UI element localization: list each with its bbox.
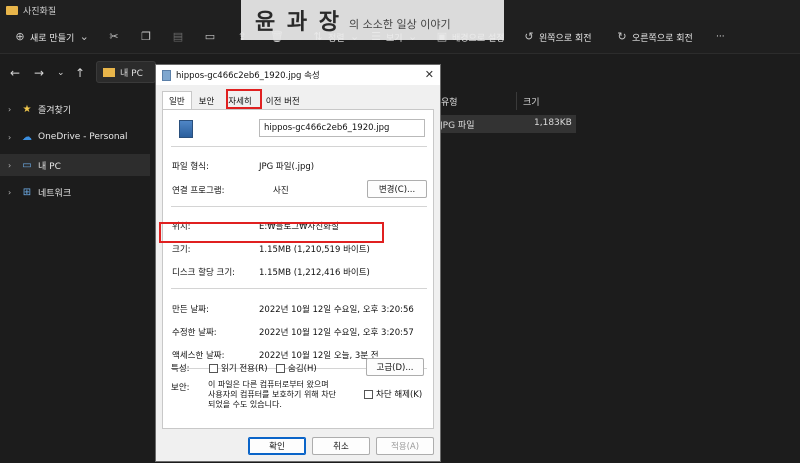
security-note: 이 파일은 다른 컴퓨터로부터 왔으며 사용자의 컴퓨터를 보호하기 위해 차단… [208, 380, 336, 409]
disk-size-label: 디스크 할당 크기: [172, 268, 236, 278]
copy-button[interactable]: ❐ [140, 29, 152, 45]
cancel-button[interactable]: 취소 [312, 437, 370, 455]
more-icon: ··· [716, 32, 725, 42]
chevron-right-icon: › [8, 104, 12, 114]
sidebar-item-label: 네트워크 [38, 188, 72, 199]
divider [171, 206, 427, 207]
rename-button[interactable]: ▭ [204, 29, 216, 45]
advanced-button[interactable]: 고급(D)... [366, 358, 424, 376]
cloud-icon: ☁ [22, 131, 32, 143]
scissors-icon: ✂ [109, 30, 119, 43]
pc-icon: ▭ [22, 159, 32, 171]
unblock-checkbox[interactable]: 차단 해제(K) [364, 388, 422, 400]
blog-watermark: 윤 과 장 의 소소한 일상 이야기 [241, 0, 504, 40]
up-arrow-icon[interactable]: ↑ [75, 66, 85, 80]
sidebar-item-label: 내 PC [38, 161, 61, 172]
folder-icon [103, 67, 115, 77]
checkbox-box [276, 363, 285, 373]
chevron-down-icon: ⌄ [79, 30, 89, 43]
column-header-size[interactable]: 크기 [516, 92, 576, 110]
chevron-right-icon: › [8, 160, 12, 170]
tab-security[interactable]: 보안 [192, 93, 222, 109]
ok-button[interactable]: 확인 [248, 437, 306, 455]
apply-button[interactable]: 적용(A) [376, 437, 434, 455]
navigation-pane: › ★ 즐겨찾기 › ☁ OneDrive - Personal › ▭ 내 P… [0, 92, 150, 463]
security-label: 보안: [171, 383, 190, 393]
file-size-cell: 1,183KB [534, 118, 572, 128]
back-arrow-icon[interactable]: ← [10, 66, 20, 80]
created-label: 만든 날짜: [172, 305, 209, 315]
clipboard-icon: ▤ [172, 30, 184, 43]
rotate-left-label: 왼쪽으로 회전 [539, 33, 592, 44]
rotate-right-icon: ↻ [617, 30, 627, 43]
sidebar-item-onedrive[interactable]: › ☁ OneDrive - Personal [0, 126, 150, 148]
tab-general[interactable]: 일반 [162, 91, 192, 109]
file-type-cell: JPG 파일 [440, 121, 475, 131]
modified-value: 2022년 10월 12일 수요일, 오후 3:20:57 [259, 328, 414, 338]
watermark-tagline: 의 소소한 일상 이야기 [349, 18, 451, 31]
column-header-type[interactable]: 유형 [434, 92, 516, 110]
details-tab-highlight [226, 89, 262, 109]
chevron-right-icon: › [8, 132, 12, 142]
created-value: 2022년 10월 12일 수요일, 오후 3:20:56 [259, 305, 414, 315]
dialog-titlebar: hippos-gc466c2eb6_1920.jpg 속성 [156, 65, 440, 85]
cut-button[interactable]: ✂ [108, 29, 120, 45]
image-file-icon [179, 120, 193, 138]
forward-arrow-icon[interactable]: → [34, 66, 44, 80]
sidebar-item-this-pc[interactable]: › ▭ 내 PC [0, 154, 150, 176]
size-highlight [159, 222, 384, 243]
divider [171, 288, 427, 289]
file-type-label: 파일 형식: [172, 162, 209, 172]
accessed-value: 2022년 10월 12일 오늘, 3분 전 [259, 351, 379, 361]
rotate-right-label: 오른쪽으로 회전 [632, 33, 693, 44]
divider [171, 146, 427, 147]
size-value: 1.15MB (1,210,519 바이트) [259, 245, 370, 255]
sidebar-item-network[interactable]: › ⊞ 네트워크 [0, 181, 150, 203]
network-icon: ⊞ [22, 186, 32, 198]
modified-label: 수정한 날짜: [172, 328, 217, 338]
properties-dialog: hippos-gc466c2eb6_1920.jpg 속성 ✕ 일반 보안 자세… [155, 64, 441, 462]
checkbox-box [364, 389, 373, 399]
open-with-value: 사진 [273, 186, 289, 196]
rotate-right-button[interactable]: ↻ 오른쪽으로 회전 [616, 29, 693, 45]
folder-icon [6, 5, 18, 15]
new-label: 새로 만들기 [30, 33, 75, 44]
disk-size-value: 1.15MB (1,212,416 바이트) [259, 268, 370, 278]
close-icon[interactable]: ✕ [425, 68, 434, 81]
more-button[interactable]: ··· [716, 29, 725, 45]
new-button[interactable]: ⊕ 새로 만들기 ⌄ [14, 29, 90, 45]
plus-icon: ⊕ [15, 30, 25, 43]
star-icon: ★ [22, 103, 32, 115]
address-path: 내 PC [120, 68, 143, 79]
hidden-checkbox[interactable]: 숨김(H) [276, 362, 317, 374]
change-button[interactable]: 변경(C)... [367, 180, 427, 198]
sidebar-item-label: OneDrive - Personal [38, 132, 128, 142]
file-type-value: JPG 파일(.jpg) [259, 162, 315, 172]
rotate-left-icon: ↺ [524, 30, 534, 43]
readonly-checkbox[interactable]: 읽기 전용(R) [209, 362, 268, 374]
attributes-label: 특성: [171, 364, 190, 374]
file-list: 유형 크기 JPG 파일 1,183KB [434, 92, 800, 463]
accessed-label: 액세스한 날짜: [172, 351, 225, 361]
size-label: 크기: [172, 245, 191, 255]
chevron-right-icon: › [8, 187, 12, 197]
rotate-left-button[interactable]: ↺ 왼쪽으로 회전 [523, 29, 592, 45]
tab-previous-versions[interactable]: 이전 버전 [259, 93, 307, 109]
rename-icon: ▭ [204, 30, 216, 43]
sidebar-item-favorites[interactable]: › ★ 즐겨찾기 [0, 98, 150, 120]
checkbox-box [209, 363, 218, 373]
address-bar[interactable]: 내 PC [96, 61, 156, 83]
paste-button[interactable]: ▤ [172, 29, 184, 45]
history-chevron-icon[interactable]: ⌄ [57, 66, 65, 80]
dialog-title: hippos-gc466c2eb6_1920.jpg 속성 [176, 71, 320, 81]
sidebar-item-label: 즐겨찾기 [38, 105, 72, 116]
copy-icon: ❐ [141, 30, 151, 43]
file-name-input[interactable]: hippos-gc466c2eb6_1920.jpg [259, 119, 425, 137]
window-title: 사진화질 [23, 6, 57, 17]
image-file-icon [162, 69, 171, 81]
watermark-brand: 윤 과 장 [255, 9, 342, 35]
open-with-label: 연결 프로그램: [172, 186, 225, 196]
